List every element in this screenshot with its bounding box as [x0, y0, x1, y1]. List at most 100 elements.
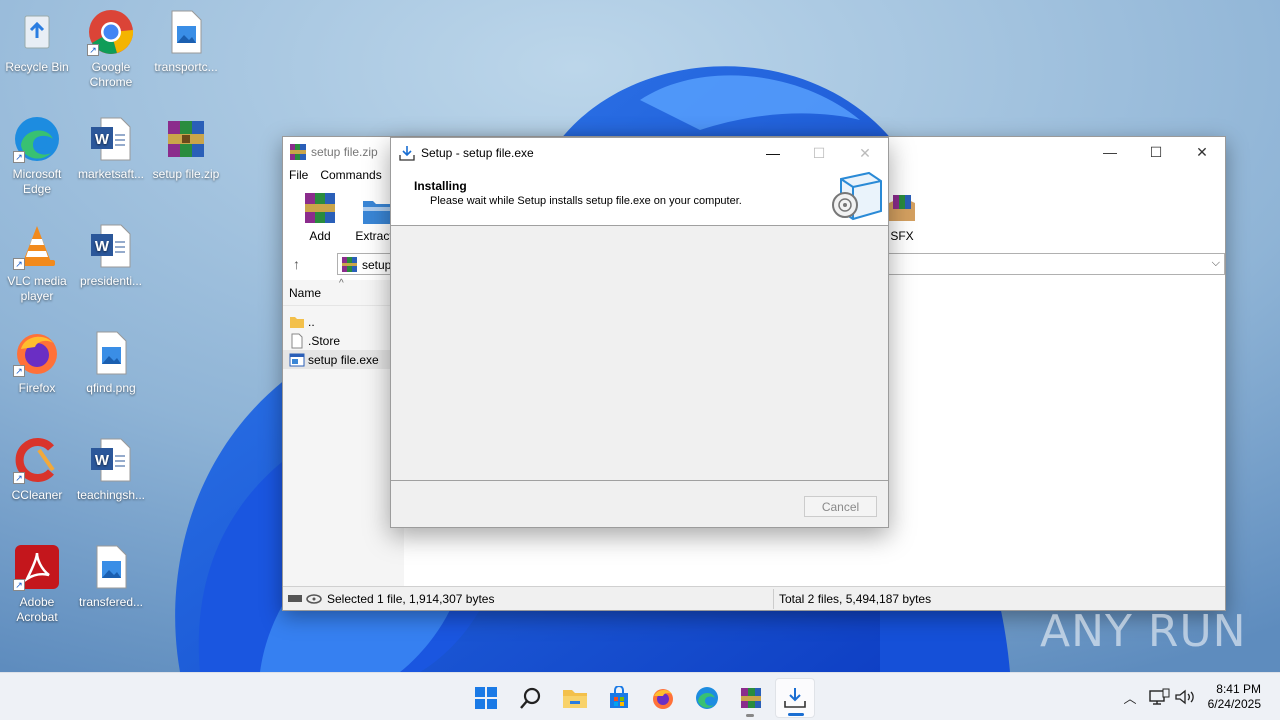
shortcut-arrow-icon: ↗ [13, 151, 25, 163]
setup-box-disc-icon [832, 171, 882, 221]
list-item[interactable]: .. [283, 312, 404, 331]
shortcut-arrow-icon: ↗ [13, 579, 25, 591]
start-button[interactable] [466, 678, 506, 718]
chevron-down-icon[interactable]: ⌵ [1212, 257, 1220, 270]
maximize-button: ☐ [812, 144, 826, 161]
desktop-icon-label: CCleaner [11, 488, 63, 502]
chrome-icon: ↗ [87, 8, 135, 56]
desktop-icon-label: Recycle Bin [5, 60, 69, 74]
winrar-archive-icon [162, 115, 210, 163]
add-archive-icon [303, 191, 337, 225]
image-file-icon [162, 8, 210, 56]
desktop-icon-vlc[interactable]: ↗ VLC media player [0, 222, 75, 304]
word-doc-icon: W [87, 436, 135, 484]
winrar-icon [342, 257, 357, 272]
desktop-icon-label: setup file.zip [152, 167, 220, 181]
setup-install-icon [784, 688, 806, 708]
desktop-icon-adobe-acrobat[interactable]: ↗ Adobe Acrobat [0, 543, 75, 625]
setup-body [391, 227, 888, 481]
sort-up-icon: ^ [339, 278, 344, 289]
network-icon[interactable] [1148, 688, 1170, 706]
winrar-icon [290, 144, 306, 160]
desktop: Recycle Bin ↗ Google Chrome transportc..… [0, 0, 1280, 672]
status-total: Total 2 files, 5,494,187 bytes [779, 592, 932, 606]
add-button[interactable]: Add [295, 191, 345, 243]
exe-icon [289, 353, 305, 366]
setup-heading: Installing [414, 179, 467, 193]
close-button[interactable]: ✕ [1179, 137, 1225, 167]
chevron-up-icon[interactable]: ︿ [1120, 688, 1140, 707]
desktop-icon-recycle-bin[interactable]: Recycle Bin [0, 8, 75, 75]
file-list: Name ^ .. .Store setup file.exe [283, 278, 404, 586]
column-header-name[interactable]: Name ^ [283, 278, 404, 306]
search-icon [520, 687, 541, 709]
setup-dialog[interactable]: Setup - setup file.exe — ☐ ✕ Installing … [390, 137, 889, 528]
desktop-icon-label: Firefox [18, 381, 56, 395]
desktop-icon-label: Microsoft Edge [12, 167, 62, 196]
edge-icon [696, 687, 718, 709]
file-icon [291, 333, 303, 348]
desktop-icon-transportc[interactable]: transportc... [148, 8, 224, 75]
list-item[interactable]: setup file.exe [283, 350, 404, 369]
recycle-bin-icon [13, 8, 61, 56]
desktop-icon-transfered[interactable]: transfered... [73, 543, 149, 610]
desktop-icon-teachingsh[interactable]: W teachingsh... [73, 436, 149, 503]
close-button: ✕ [859, 144, 871, 161]
setup-footer: Cancel [391, 480, 888, 527]
search-button[interactable] [511, 678, 551, 718]
acrobat-icon: ↗ [13, 543, 61, 591]
taskbar-file-explorer[interactable] [555, 678, 595, 718]
drive-icon [288, 594, 322, 604]
desktop-icon-label: VLC media player [7, 274, 67, 303]
shortcut-arrow-icon: ↗ [13, 365, 25, 377]
taskbar-winrar[interactable] [731, 678, 771, 718]
add-label: Add [309, 229, 331, 243]
svg-text:W: W [95, 238, 110, 255]
image-file-icon [87, 329, 135, 377]
address-text: setup [362, 258, 392, 272]
cancel-button[interactable]: Cancel [804, 496, 877, 517]
file-name: .. [308, 314, 315, 329]
desktop-icon-presidenti[interactable]: W presidenti... [73, 222, 149, 289]
taskbar-setup[interactable] [775, 678, 815, 718]
setup-install-icon [399, 146, 415, 161]
list-item[interactable]: .Store [283, 331, 404, 350]
desktop-icon-microsoft-edge[interactable]: ↗ Microsoft Edge [0, 115, 75, 197]
desktop-icon-qfind[interactable]: qfind.png [73, 329, 149, 396]
taskbar: ︿ 8:41 PM 6/24/2025 [0, 672, 1280, 720]
minimize-button[interactable]: — [750, 138, 796, 168]
clock-date: 6/24/2025 [1207, 697, 1261, 711]
menu-file[interactable]: File [289, 168, 308, 182]
winrar-menubar: File Commands [289, 168, 382, 182]
desktop-icon-setup-file-zip[interactable]: setup file.zip [148, 115, 224, 182]
svg-text:W: W [95, 452, 110, 469]
svg-text:W: W [95, 131, 110, 148]
winrar-icon [741, 688, 761, 708]
desktop-icon-ccleaner[interactable]: ↗ CCleaner [0, 436, 75, 503]
taskbar-store[interactable] [599, 678, 639, 718]
sfx-label: SFX [890, 229, 914, 243]
menu-commands[interactable]: Commands [320, 168, 381, 182]
desktop-icon-label: transportc... [154, 60, 218, 74]
taskbar-edge[interactable] [687, 678, 727, 718]
volume-icon[interactable] [1174, 688, 1196, 706]
setup-titlebar[interactable]: Setup - setup file.exe — ☐ ✕ [391, 138, 888, 168]
desktop-icon-marketsaft[interactable]: W marketsaft... [73, 115, 149, 182]
clock[interactable]: 8:41 PM 6/24/2025 [1208, 682, 1261, 712]
minimize-button[interactable]: — [1087, 137, 1133, 167]
taskbar-firefox[interactable] [643, 678, 683, 718]
winrar-title: setup file.zip [311, 145, 378, 159]
desktop-icon-firefox[interactable]: ↗ Firefox [0, 329, 75, 396]
shortcut-arrow-icon: ↗ [87, 44, 99, 56]
sfx-icon [885, 191, 919, 225]
edge-icon: ↗ [13, 115, 61, 163]
extract-label: Extract [355, 229, 393, 243]
column-name-label: Name [289, 286, 322, 300]
shortcut-arrow-icon: ↗ [13, 258, 25, 270]
folder-icon [290, 316, 304, 328]
maximize-button[interactable]: ☐ [1133, 137, 1179, 167]
running-indicator [788, 713, 804, 716]
up-arrow-icon[interactable]: ↑ [293, 256, 309, 272]
desktop-icon-label: marketsaft... [77, 167, 145, 181]
desktop-icon-google-chrome[interactable]: ↗ Google Chrome [73, 8, 149, 90]
